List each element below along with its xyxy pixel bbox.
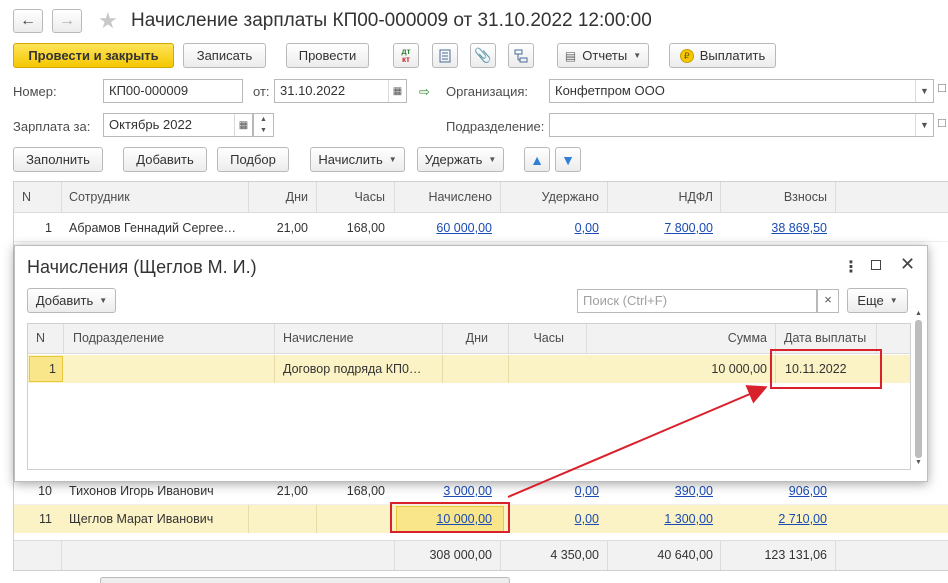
annotation-arrow bbox=[507, 385, 768, 498]
